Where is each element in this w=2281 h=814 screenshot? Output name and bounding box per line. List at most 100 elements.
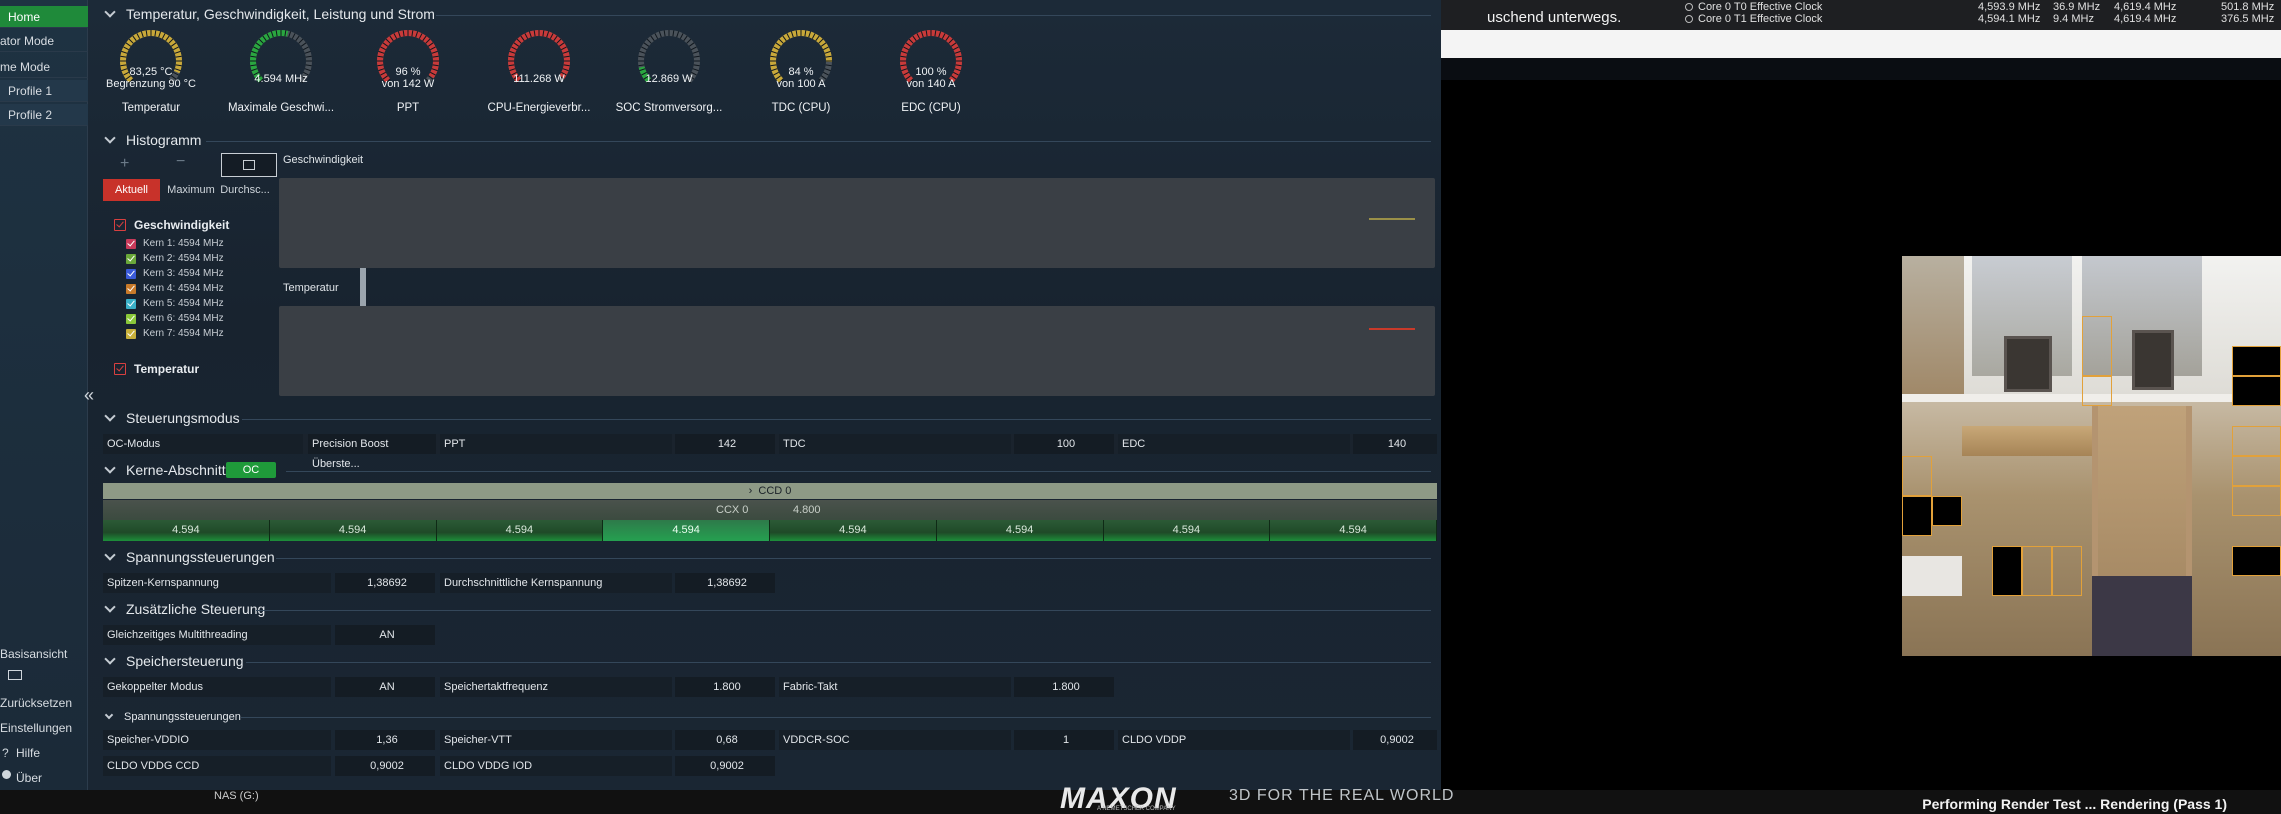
checkbox[interactable]	[126, 328, 136, 339]
vtt-value[interactable]: 0,68	[675, 730, 775, 750]
tab-maximum[interactable]: Maximum	[166, 179, 216, 201]
vtt-label: Speicher-VTT	[440, 730, 672, 750]
compare-icon[interactable]	[8, 670, 22, 680]
zoom-out-icon[interactable]: −	[176, 153, 185, 171]
help-button[interactable]: Hilfe	[0, 742, 88, 764]
core-frequency[interactable]: 4.594	[1270, 520, 1437, 541]
legend-item[interactable]: Kern 1: 4594 MHz	[126, 238, 224, 249]
section-voltage-header[interactable]: Spannungssteuerungen	[104, 548, 275, 566]
smt-value[interactable]: AN	[335, 625, 435, 645]
tab-average[interactable]: Durchsc...	[220, 179, 270, 201]
peak-voltage-label: Spitzen-Kernspannung	[103, 573, 331, 593]
checkbox[interactable]	[126, 283, 136, 294]
sensor-max: 4,619.4 MHz	[2114, 1, 2177, 13]
checkbox[interactable]	[126, 238, 136, 249]
core-frequency[interactable]: 4.594	[770, 520, 937, 541]
core-frequency[interactable]: 4.594	[103, 520, 270, 541]
checkbox[interactable]	[114, 219, 126, 231]
section-cores-header[interactable]: Kerne-Abschnitt	[104, 461, 226, 479]
section-title: Steuerungsmodus	[126, 410, 240, 426]
tdc-value[interactable]: 100	[1014, 434, 1114, 454]
gauge-value: 12.869 W	[645, 73, 693, 85]
sensor-avg: 501.8 MHz	[2221, 1, 2275, 13]
sidebar-item-profile-2[interactable]: Profile 2	[0, 104, 88, 126]
vddcr-soc-value[interactable]: 1	[1014, 730, 1114, 750]
ppt-label: PPT	[440, 434, 672, 454]
zoom-in-icon[interactable]: +	[120, 155, 129, 173]
cldo-vddg-iod-label: CLDO VDDG IOD	[440, 756, 672, 776]
hwinfo-window: uschend unterwegs. Core 0 T0 Effective C…	[1441, 0, 2281, 58]
sensor-min: 36.9 MHz	[2053, 1, 2101, 13]
oc-badge: OC	[226, 462, 276, 478]
section-voltage-sub-header[interactable]: Spannungssteuerungen	[104, 708, 241, 726]
cldo-vddg-iod-value[interactable]: 0,9002	[675, 756, 775, 776]
section-temperature-header[interactable]: Temperatur, Geschwindigkeit, Leistung un…	[104, 5, 435, 23]
coupled-mode-value[interactable]: AN	[335, 677, 435, 697]
cldo-vddg-ccd-value[interactable]: 0,9002	[335, 756, 435, 776]
about-button[interactable]: Über	[0, 767, 88, 789]
tab-current[interactable]: Aktuell	[103, 179, 160, 201]
section-control-mode-header[interactable]: Steuerungsmodus	[104, 409, 240, 427]
sensor-cur: 4,594.1 MHz	[1978, 13, 2041, 25]
legend-item[interactable]: Kern 4: 4594 MHz	[126, 283, 224, 294]
gauge-value: 111.268 W	[513, 73, 565, 85]
chart-speed-title: Geschwindigkeit	[283, 154, 364, 166]
maxon-subtitle: A NEMETSCHEK COMPANY	[1097, 806, 1176, 812]
section-memory-header[interactable]: Speichersteuerung	[104, 652, 244, 670]
gauge-subvalue: Begrenzung 90 °C	[105, 78, 196, 90]
vddio-value[interactable]: 1,36	[335, 730, 435, 750]
section-title: Kerne-Abschnitt	[126, 462, 226, 478]
reset-button[interactable]: Zurücksetzen	[0, 692, 88, 714]
sidebar-item-game-mode[interactable]: me Mode	[0, 56, 88, 78]
legend-group-label: Geschwindigkeit	[134, 218, 230, 232]
render-bucket	[1992, 546, 2022, 596]
core-frequency[interactable]: 4.594	[1103, 520, 1271, 541]
settings-button[interactable]: Einstellungen	[0, 717, 88, 739]
fabric-clock-label: Fabric-Takt	[779, 677, 1011, 697]
core-frequency[interactable]: 4.594	[603, 520, 770, 541]
legend-item-label: Kern 4: 4594 MHz	[143, 283, 224, 294]
oc-mode-value[interactable]: Precision Boost Überste...	[308, 434, 436, 470]
checkbox[interactable]	[114, 363, 126, 375]
collapse-sidebar-icon[interactable]: «	[84, 385, 94, 406]
control-mode-row: OC-Modus Precision Boost Überste... PPT …	[103, 434, 1437, 470]
sidebar-item-home[interactable]: Home	[0, 6, 88, 28]
section-additional-header[interactable]: Zusätzliche Steuerung	[104, 600, 265, 618]
core-frequency[interactable]: 4.594	[269, 520, 437, 541]
core-frequency[interactable]: 4.594	[436, 520, 604, 541]
checkbox[interactable]	[126, 313, 136, 324]
basic-view-button[interactable]: Basisansicht	[0, 643, 88, 665]
ccd-bar[interactable]: › CCD 0	[103, 483, 1437, 499]
legend-item[interactable]: Kern 6: 4594 MHz	[126, 313, 224, 324]
section-histogram-header[interactable]: Histogramm	[104, 131, 201, 149]
legend-group-temperature[interactable]: Temperatur	[114, 362, 199, 376]
checkbox[interactable]	[126, 298, 136, 309]
edc-value[interactable]: 140	[1353, 434, 1437, 454]
gauge-label: Maximale Geschwi...	[227, 102, 335, 114]
legend-item[interactable]: Kern 7: 4594 MHz	[126, 328, 224, 339]
sidebar-item-profile-1[interactable]: Profile 1	[0, 80, 88, 102]
chevron-right-icon: ›	[748, 485, 759, 497]
expand-button[interactable]	[221, 153, 277, 177]
legend-item[interactable]: Kern 3: 4594 MHz	[126, 268, 224, 279]
sidebar-item-creator-mode[interactable]: ator Mode	[0, 30, 88, 52]
fabric-clock-value[interactable]: 1.800	[1014, 677, 1114, 697]
render-bucket	[1902, 456, 1932, 496]
ppt-value[interactable]: 142	[675, 434, 775, 454]
legend-item[interactable]: Kern 2: 4594 MHz	[126, 253, 224, 264]
checkbox[interactable]	[126, 268, 136, 279]
cldo-vddp-label: CLDO VDDP	[1118, 730, 1350, 750]
taskbar-drive-label[interactable]: NAS (G:)	[214, 790, 259, 802]
checkbox[interactable]	[126, 253, 136, 264]
mem-clock-value[interactable]: 1.800	[675, 677, 775, 697]
legend-item-label: Kern 5: 4594 MHz	[143, 298, 224, 309]
cldo-vddp-value[interactable]: 0,9002	[1353, 730, 1437, 750]
render-bucket	[2232, 546, 2281, 576]
core-frequency[interactable]: 4.594	[936, 520, 1104, 541]
render-bucket	[1902, 496, 1932, 536]
gauge-label: PPT	[396, 102, 420, 114]
legend-item[interactable]: Kern 5: 4594 MHz	[126, 298, 224, 309]
legend-group-speed[interactable]: Geschwindigkeit	[114, 218, 229, 232]
divider	[206, 141, 1431, 142]
render-bucket	[2082, 376, 2112, 406]
